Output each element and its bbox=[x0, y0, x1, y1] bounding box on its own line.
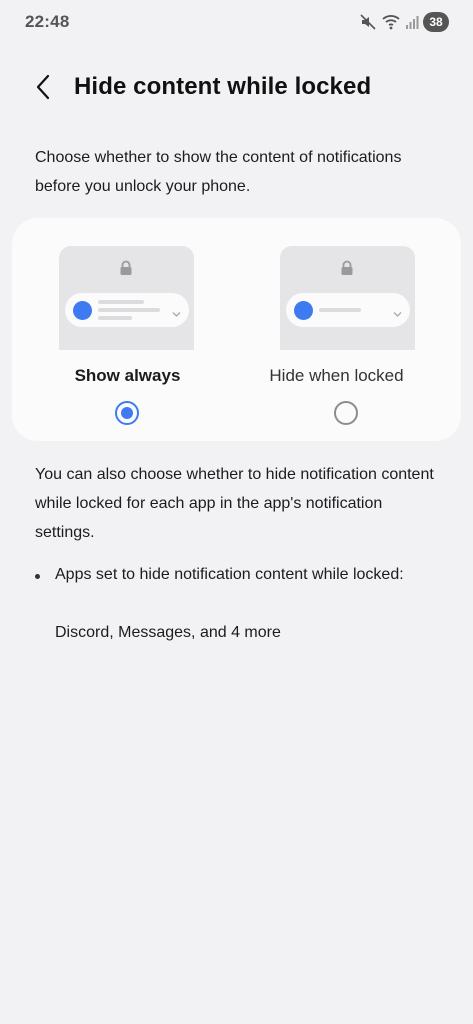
back-button[interactable] bbox=[26, 72, 62, 106]
chevron-left-icon bbox=[35, 74, 53, 105]
radio-hide-when-locked[interactable] bbox=[334, 401, 358, 425]
mute-icon bbox=[359, 13, 377, 31]
radio-show-always[interactable] bbox=[115, 401, 139, 425]
chevron-down-icon bbox=[393, 305, 402, 323]
lock-icon bbox=[340, 260, 354, 281]
option-label-hide-when-locked: Hide when locked bbox=[269, 366, 404, 385]
status-icons: 38 bbox=[359, 12, 449, 32]
app-icon-dot bbox=[73, 301, 92, 320]
hidden-apps-list[interactable]: Discord, Messages, and 4 more bbox=[55, 618, 425, 647]
text-line bbox=[98, 308, 160, 312]
status-time: 22:48 bbox=[25, 12, 70, 31]
preview-show-always bbox=[59, 246, 194, 350]
header: Hide content while locked bbox=[0, 62, 473, 114]
notification-preview bbox=[65, 293, 189, 327]
info-text: You can also choose whether to hide noti… bbox=[35, 466, 434, 541]
option-hide-when-locked[interactable]: Hide when locked bbox=[256, 246, 436, 431]
battery-indicator: 38 bbox=[423, 12, 449, 32]
bullet-text: Apps set to hide notification content wh… bbox=[55, 566, 404, 583]
app-icon-dot bbox=[294, 301, 313, 320]
notification-preview bbox=[286, 293, 410, 327]
wifi-icon bbox=[381, 13, 401, 31]
text-line bbox=[98, 316, 132, 320]
preview-hide-when-locked bbox=[280, 246, 415, 350]
chevron-down-icon bbox=[172, 305, 181, 323]
description-text: Choose whether to show the content of no… bbox=[35, 149, 402, 195]
page-title: Hide content while locked bbox=[74, 73, 372, 100]
lock-icon bbox=[119, 260, 133, 281]
options-card: Show always Hide when locked bbox=[12, 218, 461, 441]
text-line bbox=[319, 308, 361, 312]
status-bar: 22:48 38 bbox=[0, 0, 473, 44]
option-label-show-always: Show always bbox=[74, 366, 181, 385]
signal-icon bbox=[405, 14, 419, 30]
option-show-always[interactable]: Show always bbox=[35, 246, 215, 431]
bullet-dot bbox=[35, 574, 40, 579]
text-line bbox=[98, 300, 144, 304]
